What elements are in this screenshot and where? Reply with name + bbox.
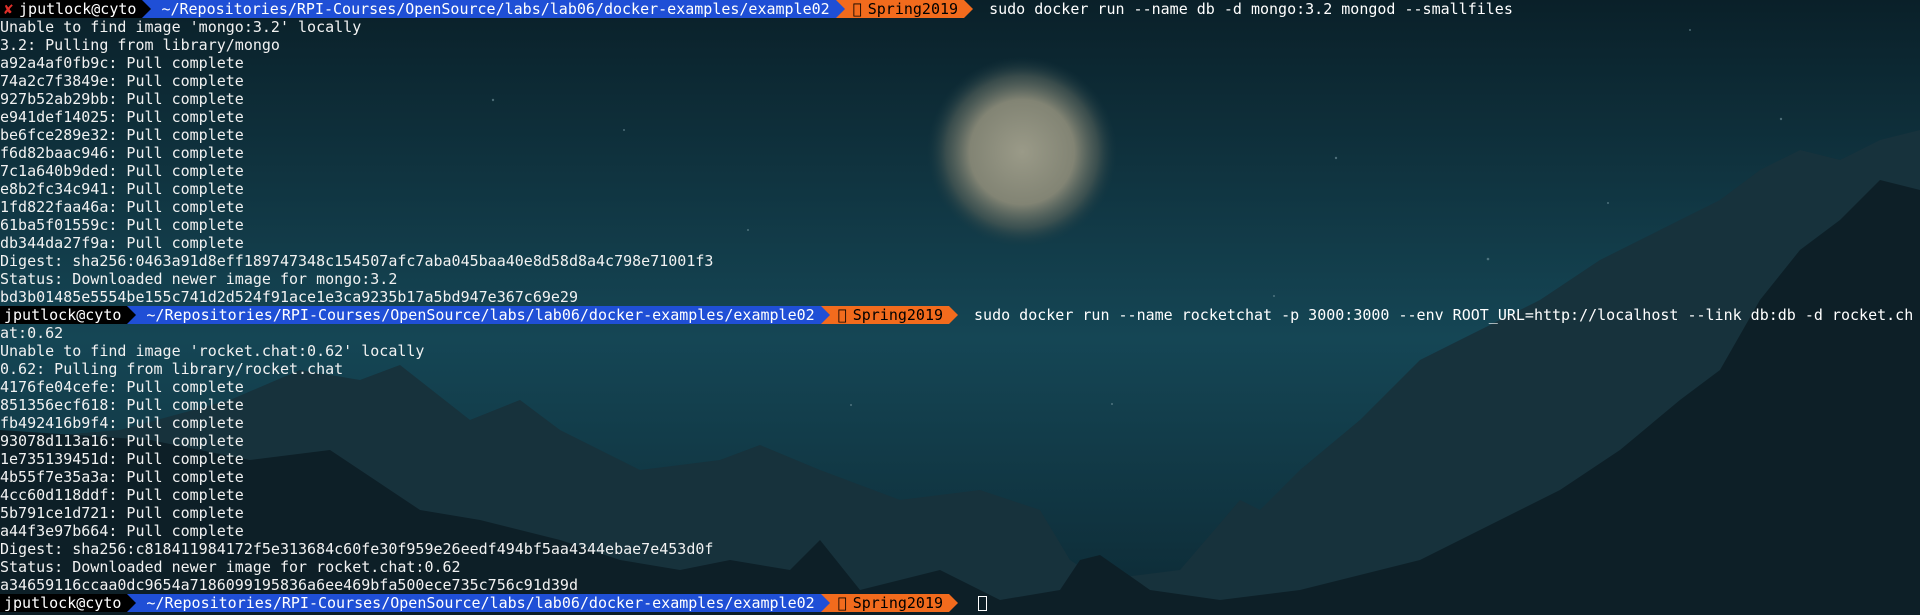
git-branch-icon:  xyxy=(852,0,862,18)
powerline-separator-icon xyxy=(127,594,137,612)
prompt-branch-segment:  Spring2019 xyxy=(829,306,950,324)
output-line: 0.62: Pulling from library/rocket.chat xyxy=(0,360,344,378)
output-line: a44f3e97b664: Pull complete xyxy=(0,522,244,540)
output-line: bd3b01485e5554be155c741d2d524f91ace1e3ca… xyxy=(0,288,578,306)
prompt-branch-name: Spring2019 xyxy=(852,306,944,324)
output-line: Status: Downloaded newer image for rocke… xyxy=(0,558,461,576)
powerline-separator-icon xyxy=(949,594,959,612)
output-line: 93078d113a16: Pull complete xyxy=(0,432,244,450)
output-line: db344da27f9a: Pull complete xyxy=(0,234,244,252)
prompt-user-segment: jputlock@cyto xyxy=(0,594,128,612)
powerline-separator-icon xyxy=(835,0,845,18)
powerline-separator-icon xyxy=(820,594,830,612)
powerline-separator-icon xyxy=(820,306,830,324)
output-line: 1fd822faa46a: Pull complete xyxy=(0,198,244,216)
powerline-separator-icon xyxy=(127,306,137,324)
prompt-user-host: jputlock@cyto xyxy=(19,0,137,18)
prompt-line: jputlock@cyto ~/Repositories/RPI-Courses/… xyxy=(0,306,1920,324)
output-line: 927b52ab29bb: Pull complete xyxy=(0,90,244,108)
prompt-user-host: jputlock@cyto xyxy=(4,306,122,324)
output-line: a92a4af0fb9c: Pull complete xyxy=(0,54,244,72)
powerline-separator-icon xyxy=(142,0,152,18)
git-branch-icon:  xyxy=(837,306,847,324)
output-line: Unable to find image 'rocket.chat:0.62' … xyxy=(0,342,425,360)
output-line: 74a2c7f3849e: Pull complete xyxy=(0,72,244,90)
prompt-user-segment: jputlock@cyto xyxy=(0,306,128,324)
prompt-user-segment: ✘ jputlock@cyto xyxy=(0,0,143,18)
output-line: 4176fe04cefe: Pull complete xyxy=(0,378,244,396)
terminal-window[interactable]: ✘ jputlock@cyto ~/Repositories/RPI-Courses… xyxy=(0,0,1920,615)
output-line: Status: Downloaded newer image for mongo… xyxy=(0,270,398,288)
output-line: a34659116ccaa0dc9654a7186099195836a6ee46… xyxy=(0,576,578,594)
error-status-icon: ✘ xyxy=(4,0,14,18)
command-input[interactable] xyxy=(958,594,974,612)
output-line: 3.2: Pulling from library/mongo xyxy=(0,36,280,54)
command-text: sudo docker run --name db -d mongo:3.2 m… xyxy=(989,0,1513,18)
git-branch-icon:  xyxy=(837,594,847,612)
powerline-separator-icon xyxy=(964,0,974,18)
output-line: 851356ecf618: Pull complete xyxy=(0,396,244,414)
prompt-line: ✘ jputlock@cyto ~/Repositories/RPI-Courses… xyxy=(0,0,1920,18)
prompt-branch-name: Spring2019 xyxy=(852,594,944,612)
output-line: e8b2fc34c941: Pull complete xyxy=(0,180,244,198)
output-line: 4cc60d118ddf: Pull complete xyxy=(0,486,244,504)
output-line: e941def14025: Pull complete xyxy=(0,108,244,126)
output-line: 7c1a640b9ded: Pull complete xyxy=(0,162,244,180)
text-cursor[interactable] xyxy=(978,595,988,611)
prompt-path-segment: ~/Repositories/RPI-Courses/OpenSource/la… xyxy=(151,0,836,18)
prompt-path-segment: ~/Repositories/RPI-Courses/OpenSource/la… xyxy=(136,594,821,612)
output-line: Digest: sha256:0463a91d8eff189747348c154… xyxy=(0,252,714,270)
powerline-separator-icon xyxy=(949,306,959,324)
prompt-branch-segment:  Spring2019 xyxy=(844,0,965,18)
output-line: fb492416b9f4: Pull complete xyxy=(0,414,244,432)
prompt-branch-segment:  Spring2019 xyxy=(829,594,950,612)
output-line: at:0.62 xyxy=(0,324,64,342)
output-line: Unable to find image 'mongo:3.2' locally xyxy=(0,18,362,36)
output-line: Digest: sha256:c818411984172f5e313684c60… xyxy=(0,540,714,558)
prompt-line: jputlock@cyto ~/Repositories/RPI-Courses/… xyxy=(0,594,1920,612)
output-line: be6fce289e32: Pull complete xyxy=(0,126,244,144)
output-line: f6d82baac946: Pull complete xyxy=(0,144,244,162)
output-line: 1e735139451d: Pull complete xyxy=(0,450,244,468)
output-line: 4b55f7e35a3a: Pull complete xyxy=(0,468,244,486)
prompt-user-host: jputlock@cyto xyxy=(4,594,122,612)
prompt-path-segment: ~/Repositories/RPI-Courses/OpenSource/la… xyxy=(136,306,821,324)
prompt-branch-name: Spring2019 xyxy=(867,0,959,18)
output-line: 5b791ce1d721: Pull complete xyxy=(0,504,244,522)
output-line: 61ba5f01559c: Pull complete xyxy=(0,216,244,234)
command-text: sudo docker run --name rocketchat -p 300… xyxy=(974,306,1914,324)
